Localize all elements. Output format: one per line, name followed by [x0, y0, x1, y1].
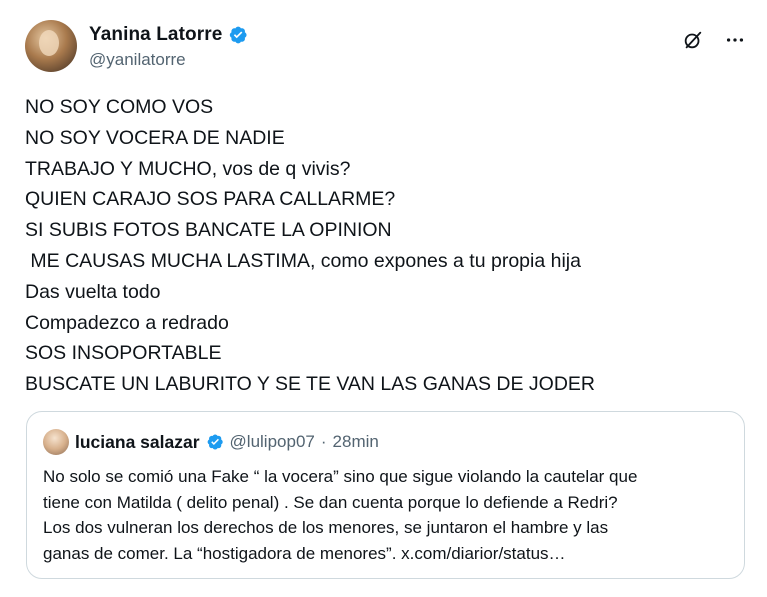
author-name-row: Yanina Latorre [89, 24, 248, 46]
author-display-name[interactable]: Yanina Latorre [89, 24, 222, 46]
quoted-tweet-card[interactable]: luciana salazar @lulipop07 · 28min No so… [26, 411, 745, 579]
quoted-verified-badge-icon [206, 433, 224, 451]
verified-badge-icon [228, 25, 248, 45]
quoted-author-name: luciana salazar [75, 431, 200, 452]
tweet-line: Compadezco a redrado [25, 311, 229, 334]
quoted-timestamp: 28min [332, 432, 379, 451]
tweet-line: SI SUBIS FOTOS BANCATE LA OPINION [25, 219, 392, 242]
quoted-separator: · [320, 432, 327, 451]
quoted-text-line: tiene con Matilda ( delito penal) . Se d… [43, 492, 618, 512]
author-handle[interactable]: @yanilatorre [89, 50, 186, 70]
tweet-body: NO SOY COMO VOS NO SOY VOCERA DE NADIE T… [25, 92, 745, 400]
quoted-author-handle: @lulipop07 [229, 432, 315, 451]
tweet-line: SOS INSOPORTABLE [25, 342, 222, 365]
quoted-tweet-text: No solo se comió una Fake “ la vocera” s… [43, 464, 733, 566]
tweet-card: Yanina Latorre @yanilatorre NO SOY COMO … [0, 0, 767, 597]
tweet-line: Das vuelta todo [25, 280, 161, 303]
tweet-line: NO SOY VOCERA DE NADIE [25, 126, 285, 149]
author-avatar[interactable] [25, 20, 77, 72]
tweet-line: NO SOY COMO VOS [25, 96, 214, 118]
quoted-text-line: No solo se comió una Fake “ la vocera” s… [43, 467, 638, 486]
quoted-text-line: ganas de comer. La “hostigadora de menor… [43, 543, 566, 563]
quoted-text-line: Los dos vulneran los derechos de los men… [43, 518, 609, 537]
tweet-header: Yanina Latorre @yanilatorre [25, 20, 747, 76]
quoted-tweet-header: luciana salazar @lulipop07 · 28min [43, 429, 379, 455]
quoted-author-avatar [43, 429, 69, 455]
tweet-line: QUIEN CARAJO SOS PARA CALLARME? [25, 188, 396, 211]
grok-icon[interactable] [681, 28, 705, 52]
tweet-line: BUSCATE UN LABURITO Y SE TE VAN LAS GANA… [25, 373, 595, 396]
more-options-icon[interactable] [723, 28, 747, 52]
tweet-actions [681, 28, 747, 52]
tweet-line: ME CAUSAS MUCHA LASTIMA, como expones a … [25, 249, 581, 272]
tweet-line: TRABAJO Y MUCHO, vos de q vivis? [25, 157, 351, 180]
